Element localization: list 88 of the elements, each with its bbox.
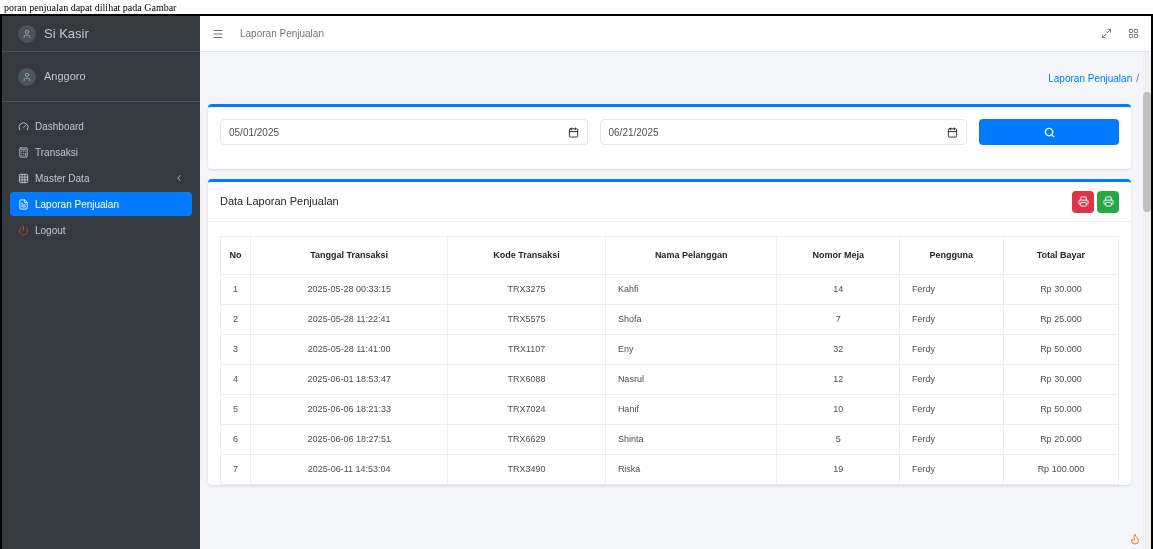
- table-cell: Ferdy: [899, 304, 1004, 335]
- table-cell: Ferdy: [899, 424, 1004, 455]
- page-title: Laporan Penjualan: [240, 27, 325, 41]
- table-cell: Ferdy: [899, 274, 1004, 305]
- table-cell: 6: [220, 424, 251, 455]
- table-cell: TRX3275: [447, 274, 606, 305]
- avatar-icon: [18, 67, 36, 86]
- print-excel-button[interactable]: [1097, 190, 1119, 213]
- nav-icon: [18, 120, 29, 132]
- column-header: Nama Pelanggan: [605, 236, 777, 275]
- table-cell: TRX3490: [447, 454, 606, 485]
- grid-icon[interactable]: [1128, 28, 1139, 39]
- table-cell: TRX7024: [447, 394, 606, 425]
- table-cell: 4: [220, 364, 251, 395]
- start-date-field[interactable]: 05/01/2025: [220, 119, 588, 145]
- breadcrumb-link[interactable]: Laporan Penjualan: [1048, 70, 1133, 86]
- print-pdf-button[interactable]: [1072, 190, 1094, 213]
- nav-icon: [18, 198, 29, 210]
- column-header: Tanggal Transaksi: [250, 236, 448, 275]
- printer-icon: [1077, 196, 1089, 207]
- column-header: No: [220, 236, 251, 275]
- table-cell: 19: [776, 454, 900, 485]
- power-icon: [18, 224, 29, 236]
- flame-icon[interactable]: [1129, 533, 1141, 545]
- table-cell: Ferdy: [899, 454, 1004, 485]
- nav-item[interactable]: Transaksi: [10, 140, 192, 164]
- table-cell: Hanif: [605, 394, 777, 425]
- breadcrumb-separator: /: [1136, 71, 1139, 86]
- table-cell: Ferdy: [899, 394, 1004, 425]
- table-cell: Riska: [605, 454, 777, 485]
- column-header: Total Bayar: [1003, 236, 1119, 275]
- column-header: Pengguna: [899, 236, 1004, 275]
- table-cell: 2025-05-28 00:33:15: [250, 274, 448, 305]
- table-cell: Nasrul: [605, 364, 777, 395]
- nav-icon: [18, 146, 29, 158]
- nav-icon: [18, 172, 29, 184]
- nav-item[interactable]: Laporan Penjualan: [10, 192, 192, 216]
- table-cell: 2025-06-01 18:53:47: [250, 364, 448, 395]
- fullscreen-icon[interactable]: [1101, 28, 1112, 39]
- column-header: Kode Transaksi: [447, 236, 606, 275]
- card-title: Data Laporan Penjualan: [220, 194, 339, 210]
- table-cell: Ferdy: [899, 364, 1004, 395]
- calendar-icon[interactable]: [947, 126, 958, 138]
- table-cell: Ferdy: [899, 334, 1004, 365]
- table-cell: Eny: [605, 334, 777, 365]
- table-cell: 2025-05-28 11:41:00: [250, 334, 448, 365]
- table-cell: 14: [776, 274, 900, 305]
- menu-icon[interactable]: [212, 27, 224, 40]
- table-cell: 2025-06-11 14:53:04: [250, 454, 448, 485]
- table-cell: 2: [220, 304, 251, 335]
- nav-item[interactable]: Logout: [10, 218, 192, 242]
- printer-icon: [1102, 196, 1114, 207]
- table-cell: 7: [220, 454, 251, 485]
- column-header: Nomor Meja: [776, 236, 900, 275]
- table-cell: Rp 30.000: [1003, 274, 1119, 305]
- logo-icon: [18, 24, 36, 43]
- table-cell: TRX1107: [447, 334, 606, 365]
- table-cell: 5: [220, 394, 251, 425]
- document-caption: poran penjualan dapat dilihat pada Gambar: [4, 0, 177, 14]
- table-cell: TRX6629: [447, 424, 606, 455]
- table-cell: Shofa: [605, 304, 777, 335]
- search-icon: [1043, 126, 1055, 138]
- table-cell: Shinta: [605, 424, 777, 455]
- table-cell: Rp 20.000: [1003, 424, 1119, 455]
- table-cell: Rp 30.000: [1003, 364, 1119, 395]
- user-name[interactable]: Anggoro: [44, 68, 86, 85]
- brand-name[interactable]: Si Kasir: [44, 23, 89, 44]
- end-date-field[interactable]: 06/21/2025: [599, 119, 967, 145]
- table-cell: Rp 100.000: [1003, 454, 1119, 485]
- table-cell: Rp 50.000: [1003, 334, 1119, 365]
- table-cell: 1: [220, 274, 251, 305]
- table-cell: TRX5575: [447, 304, 606, 335]
- table-cell: 2025-05-28 11:22:41: [250, 304, 448, 335]
- table-cell: Rp 25.000: [1003, 304, 1119, 335]
- table-cell: 7: [776, 304, 900, 335]
- nav-item[interactable]: Master Data: [10, 166, 192, 190]
- calendar-icon[interactable]: [567, 126, 579, 138]
- table-cell: 2025-06-06 18:27:51: [250, 424, 448, 455]
- nav-item[interactable]: Dashboard: [10, 114, 192, 138]
- table-cell: 5: [776, 424, 900, 455]
- table-cell: 10: [776, 394, 900, 425]
- table-cell: TRX6088: [447, 364, 606, 395]
- table-cell: 12: [776, 364, 900, 395]
- table-cell: 32: [776, 334, 900, 365]
- table-cell: 3: [220, 334, 251, 365]
- table-cell: Rp 50.000: [1003, 394, 1119, 425]
- table-cell: 2025-06-06 18:21:33: [250, 394, 448, 425]
- table-cell: Kahfi: [605, 274, 777, 305]
